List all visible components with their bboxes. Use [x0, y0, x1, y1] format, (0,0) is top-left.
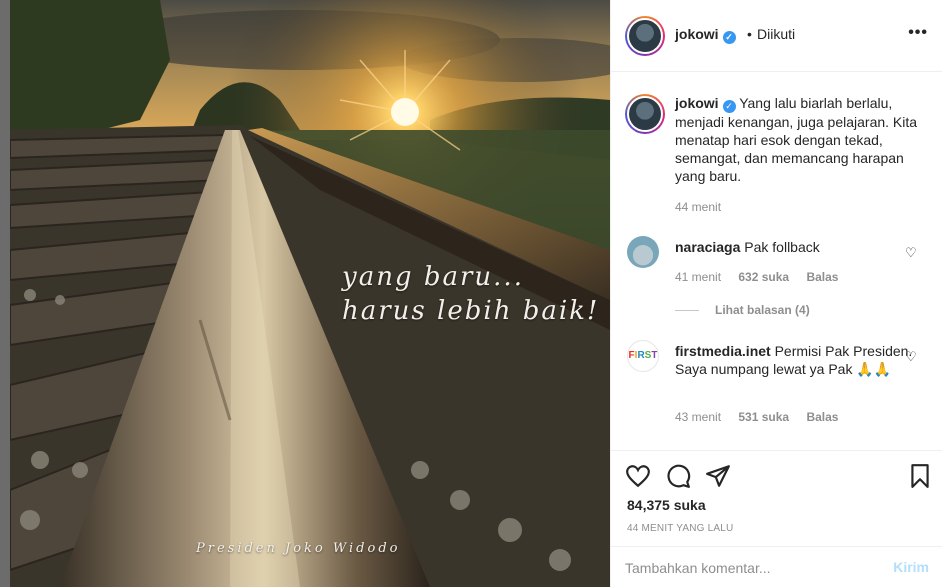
post-comment-button[interactable]: Kirim	[893, 559, 929, 575]
author-avatar[interactable]	[625, 16, 665, 56]
post-image[interactable]: yang baru... harus lebih baik! Presiden …	[0, 0, 610, 587]
comment-text: Pak follback	[744, 239, 820, 255]
comment-likes[interactable]: 632 suka	[738, 270, 789, 284]
comment-input[interactable]	[625, 557, 875, 579]
caption-avatar[interactable]	[625, 94, 665, 134]
railway-sunset-illustration	[0, 0, 610, 587]
comment-time[interactable]: 41 menit	[675, 270, 721, 284]
comment-username[interactable]: firstmedia.inet	[675, 343, 771, 359]
add-comment-bar: Kirim	[611, 546, 942, 587]
caption-username[interactable]: jokowi	[675, 95, 719, 111]
image-left-edge	[0, 0, 10, 587]
author-username[interactable]: jokowi ✓	[675, 26, 736, 44]
comment-body: firstmedia.inet Permisi Pak Presiden. Sa…	[675, 342, 925, 378]
post-actions: 84,375 suka 44 MENIT YANG LALU	[611, 450, 942, 546]
post-sidebar: jokowi ✓ • Diikuti ••• jokowi ✓ Yang lalu …	[610, 0, 942, 587]
follow-status-button[interactable]: Diikuti	[757, 26, 795, 42]
comment-like-icon[interactable]: ♡	[905, 245, 917, 260]
share-icon[interactable]	[705, 463, 731, 489]
more-options-icon[interactable]: •••	[908, 24, 928, 42]
replies-divider	[675, 310, 699, 312]
heart-icon[interactable]	[625, 463, 651, 489]
comment-likes[interactable]: 531 suka	[738, 410, 789, 424]
verified-badge-icon: ✓	[722, 100, 736, 113]
comments-list[interactable]: jokowi ✓ Yang lalu biarlah berlalu, menja…	[611, 72, 942, 450]
verified-badge-icon: ✓	[722, 31, 736, 44]
post-timestamp[interactable]: 44 MENIT YANG LALU	[627, 523, 733, 534]
post-header: jokowi ✓ • Diikuti •••	[611, 0, 942, 72]
comment-time[interactable]: 43 menit	[675, 410, 721, 424]
separator-dot: •	[747, 26, 752, 42]
comment-like-icon[interactable]: ♡	[905, 349, 917, 364]
reply-button[interactable]: Balas	[806, 410, 838, 424]
overlay-text-line1: yang baru...	[342, 262, 524, 292]
likes-count[interactable]: 84,375 suka	[627, 497, 706, 513]
comment-meta: 43 menit 531 suka Balas	[675, 410, 852, 424]
caption-body: jokowi ✓ Yang lalu biarlah berlalu, menja…	[675, 94, 925, 185]
caption-time[interactable]: 44 menit	[675, 200, 721, 214]
signature-text: Presiden Joko Widodo	[196, 541, 401, 556]
comment-body: naraciaga Pak follback	[675, 238, 925, 256]
bookmark-icon[interactable]	[907, 463, 933, 489]
commenter-avatar[interactable]	[627, 236, 659, 268]
reply-button[interactable]: Balas	[806, 270, 838, 284]
comment-icon[interactable]	[665, 463, 691, 489]
caption-meta: 44 menit	[675, 200, 735, 214]
comment-meta: 41 menit 632 suka Balas	[675, 270, 852, 284]
view-replies-button[interactable]: Lihat balasan (4)	[675, 303, 810, 317]
overlay-text-line2: harus lebih baik!	[342, 296, 600, 326]
comment-username[interactable]: naraciaga	[675, 239, 740, 255]
commenter-avatar[interactable]: FIRST	[627, 340, 659, 372]
